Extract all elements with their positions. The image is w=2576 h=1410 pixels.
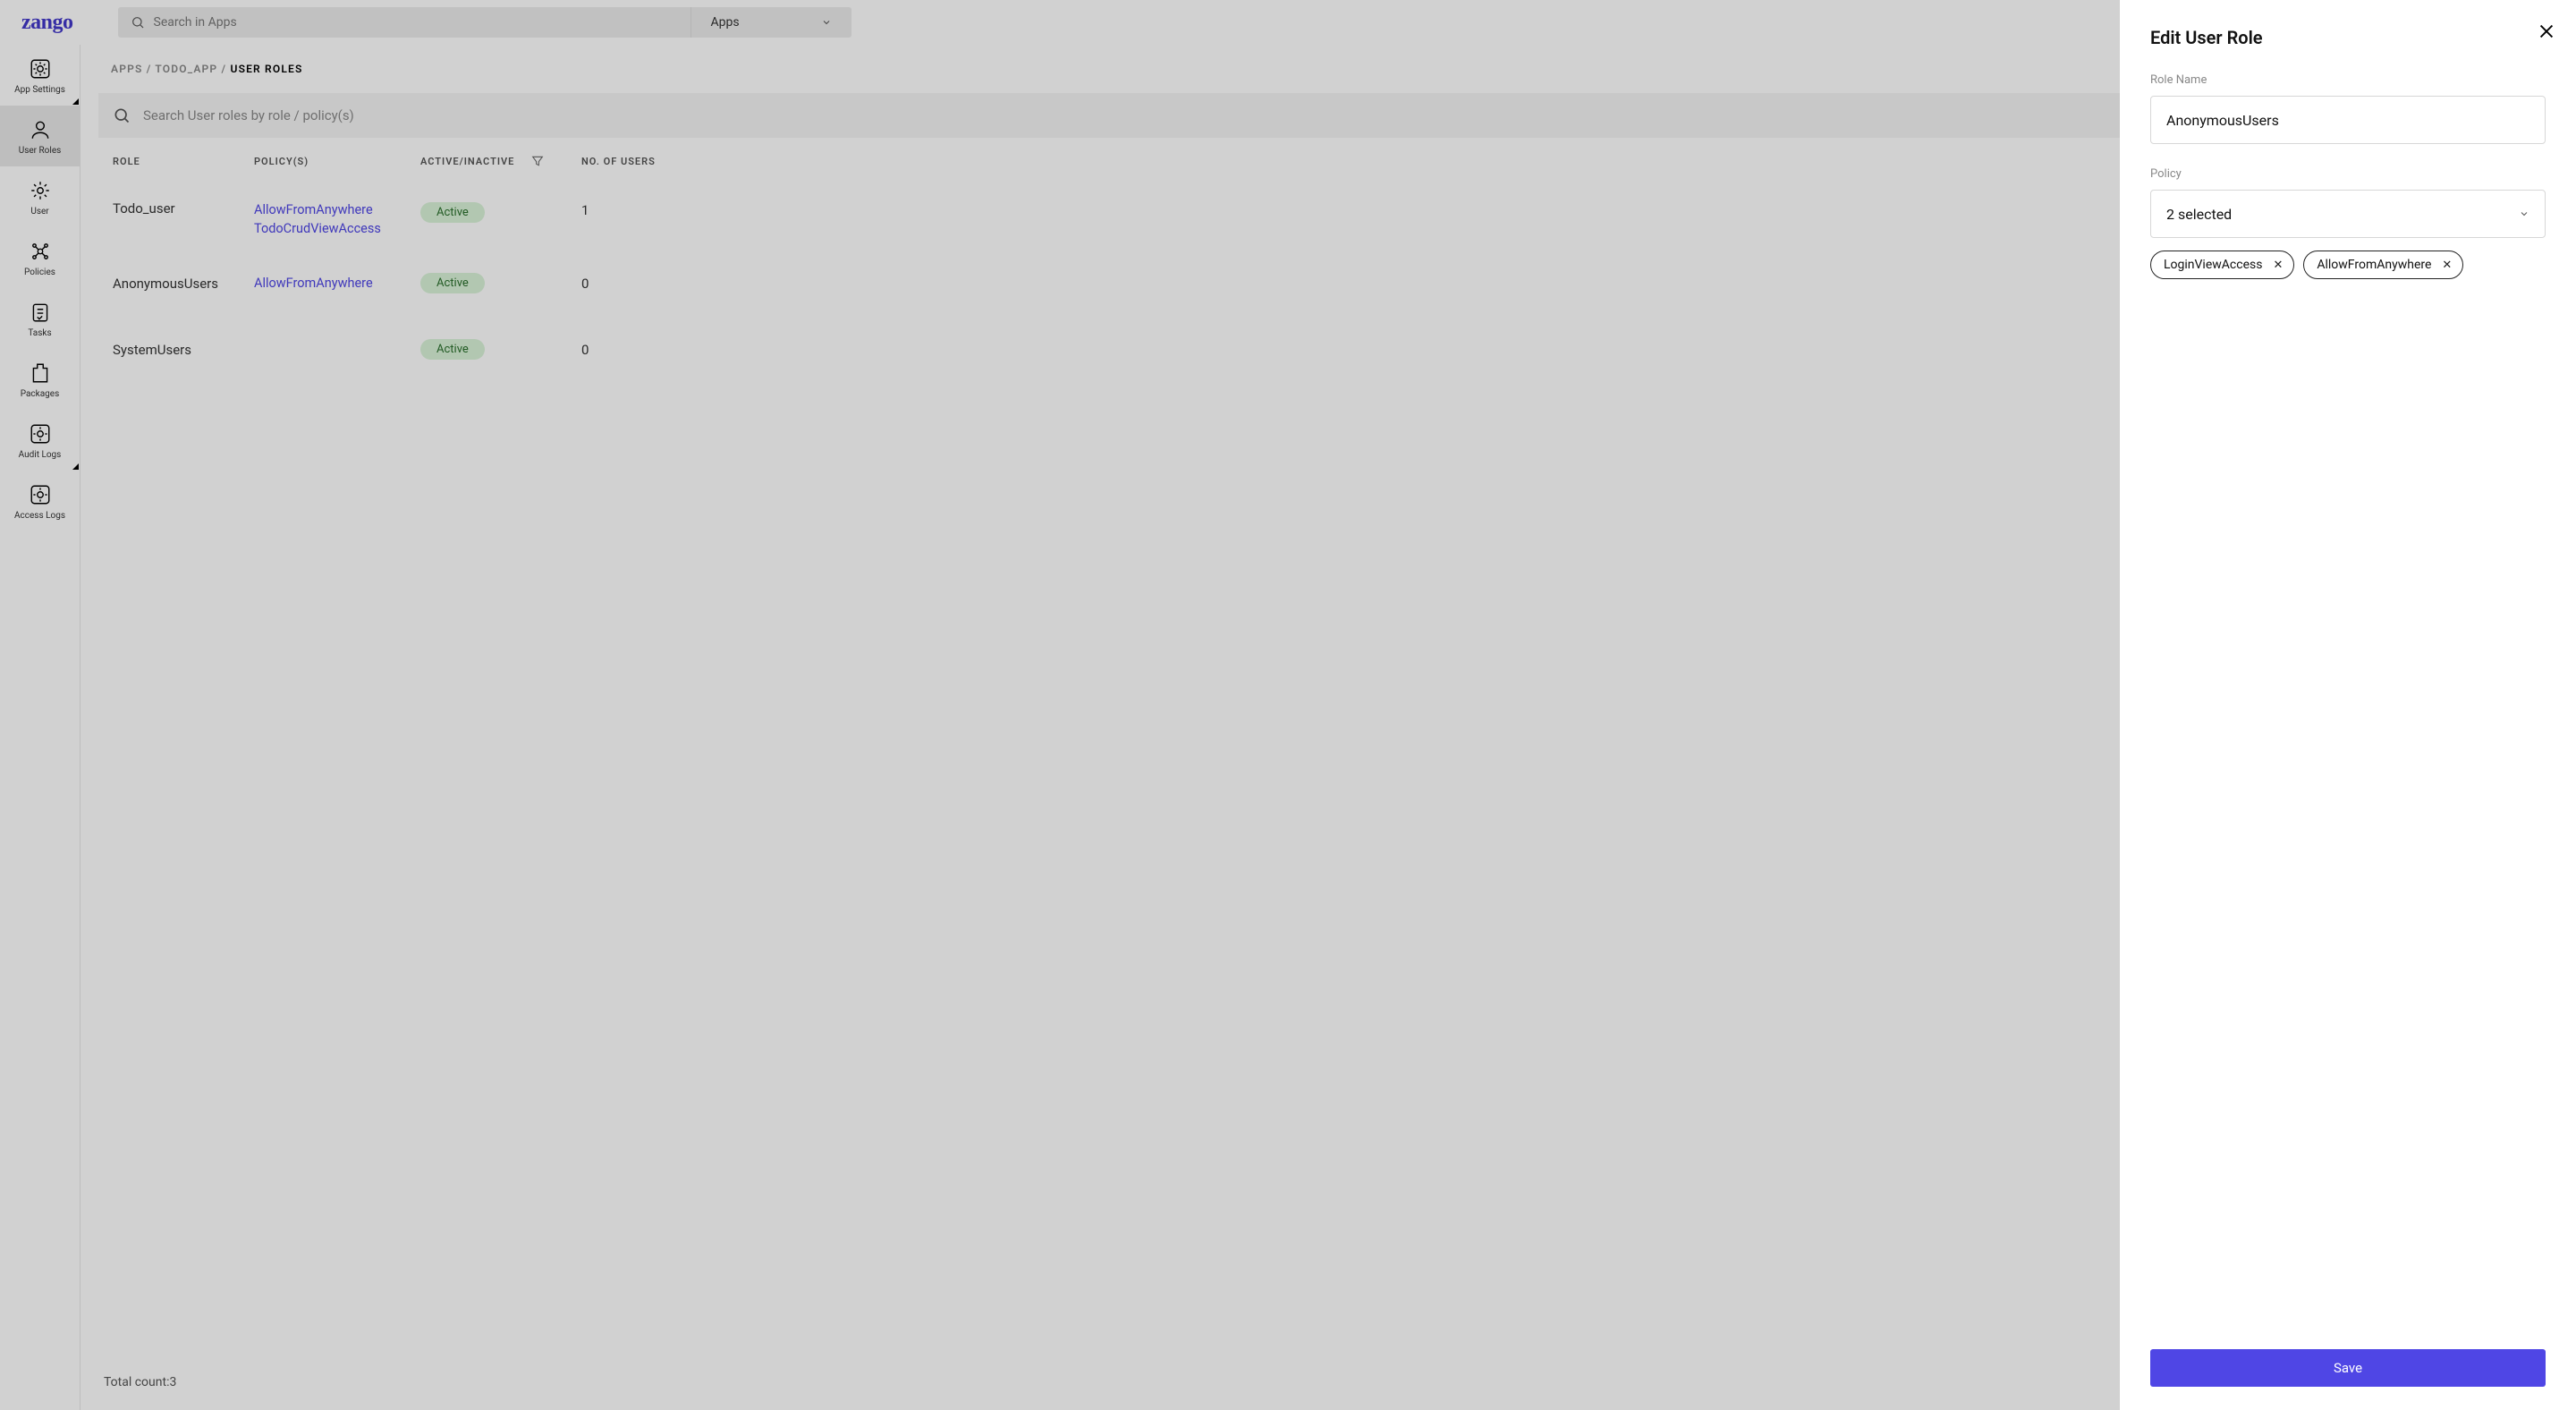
role-name-input[interactable]: [2150, 96, 2546, 144]
search-scope-label: Apps: [711, 15, 740, 30]
status-badge: Active: [420, 202, 485, 223]
status-badge: Active: [420, 339, 485, 360]
sidenav-item-packages[interactable]: Packages: [0, 349, 80, 410]
sidenav-item-app-settings[interactable]: App Settings: [0, 45, 80, 106]
close-button[interactable]: [2537, 21, 2556, 45]
gear-box-icon: [29, 422, 52, 446]
brand-logo: zango: [21, 11, 73, 35]
sidenav-label: User: [30, 207, 48, 217]
policy-chip: AllowFromAnywhere ✕: [2303, 251, 2463, 279]
edit-role-panel: Edit User Role Role Name Policy 2 select…: [2120, 0, 2576, 1410]
sidenav-label: Policies: [24, 268, 55, 277]
submenu-indicator-icon: [72, 98, 79, 105]
policy-chip: LoginViewAccess ✕: [2150, 251, 2294, 279]
sidenav-item-user-roles[interactable]: User Roles: [0, 106, 80, 166]
sidenav-label: Packages: [21, 389, 60, 399]
cell-policies: AllowFromAnywhere TodoCrudViewAccess: [254, 200, 420, 238]
search-icon: [131, 15, 145, 30]
global-search-input[interactable]: [154, 15, 678, 30]
search-scope-select[interactable]: Apps: [691, 7, 852, 38]
panel-title: Edit User Role: [2150, 27, 2546, 48]
policy-select[interactable]: 2 selected: [2150, 190, 2546, 238]
policy-chips: LoginViewAccess ✕ AllowFromAnywhere ✕: [2150, 251, 2546, 279]
chevron-down-icon: [2519, 208, 2529, 219]
role-name-label: Role Name: [2150, 73, 2546, 87]
sidenav-label: Tasks: [28, 328, 51, 338]
th-policy: POLICY(S): [254, 156, 420, 167]
filter-icon[interactable]: [530, 154, 545, 168]
policy-link[interactable]: AllowFromAnywhere: [254, 200, 420, 219]
chip-label: AllowFromAnywhere: [2317, 258, 2431, 272]
chip-remove-button[interactable]: ✕: [2273, 259, 2283, 272]
cell-policies: AllowFromAnywhere: [254, 274, 420, 293]
cell-users: 1: [581, 200, 689, 218]
th-role: ROLE: [113, 156, 254, 167]
th-status[interactable]: ACTIVE/INACTIVE: [420, 154, 581, 168]
policy-select-value: 2 selected: [2166, 206, 2232, 223]
sidenav-item-user[interactable]: User: [0, 166, 80, 227]
gear-box-icon: [29, 57, 52, 81]
sidenav-label: User Roles: [19, 146, 62, 156]
sidenav-label: App Settings: [14, 85, 65, 95]
packages-icon: [29, 361, 52, 385]
chevron-down-icon: [821, 17, 832, 28]
global-search[interactable]: Apps: [118, 7, 852, 38]
sidenav-label: Access Logs: [14, 511, 65, 521]
close-icon: [2537, 21, 2556, 41]
chip-label: LoginViewAccess: [2164, 258, 2262, 272]
th-users: NO. OF USERS: [581, 156, 689, 167]
side-nav: App Settings User Roles User Policies Ta…: [0, 45, 80, 1410]
policy-link[interactable]: TodoCrudViewAccess: [254, 219, 420, 238]
cell-users: 0: [581, 276, 689, 292]
policies-icon: [29, 240, 52, 263]
sidenav-item-access-logs[interactable]: Access Logs: [0, 471, 80, 531]
policy-link[interactable]: AllowFromAnywhere: [254, 274, 420, 293]
gear-icon: [29, 179, 52, 202]
save-button[interactable]: Save: [2150, 1349, 2546, 1387]
submenu-indicator-icon: [72, 463, 79, 470]
cell-role: Todo_user: [113, 200, 254, 217]
sidenav-item-audit-logs[interactable]: Audit Logs: [0, 410, 80, 471]
sidenav-item-policies[interactable]: Policies: [0, 227, 80, 288]
policy-label: Policy: [2150, 167, 2546, 181]
cell-role: AnonymousUsers: [113, 276, 254, 292]
sidenav-item-tasks[interactable]: Tasks: [0, 288, 80, 349]
tasks-icon: [29, 301, 52, 324]
search-icon: [113, 106, 131, 124]
status-badge: Active: [420, 273, 485, 293]
sidenav-label: Audit Logs: [19, 450, 62, 460]
cell-users: 0: [581, 342, 689, 358]
user-role-icon: [29, 118, 52, 141]
cell-role: SystemUsers: [113, 342, 254, 358]
chip-remove-button[interactable]: ✕: [2442, 259, 2452, 272]
gear-box-icon: [29, 483, 52, 506]
